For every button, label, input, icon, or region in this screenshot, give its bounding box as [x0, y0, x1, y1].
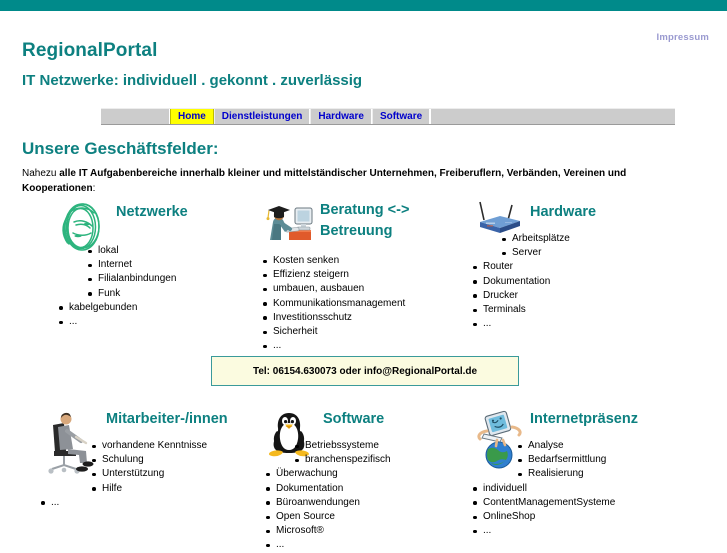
- card-header: Netzwerke: [56, 200, 188, 251]
- list-item: Betriebssysteme: [263, 439, 391, 453]
- card-title-hardware: Hardware: [530, 204, 597, 220]
- list-item: Dokumentation: [470, 275, 570, 289]
- list-item: Investitionsschutz: [260, 311, 405, 325]
- feature-list-netzwerke: lokal Internet Filialanbindungen Funk ka…: [56, 244, 176, 329]
- card-beratung: Beratung <-> Betreuung Kosten senken Eff…: [260, 200, 409, 353]
- list-item: Funk: [56, 287, 176, 301]
- nav-item-software[interactable]: Software: [371, 109, 431, 124]
- intro-emphasis: alle IT Aufgabenbereiche innerhalb klein…: [22, 168, 627, 194]
- list-item: Schulung: [60, 453, 207, 467]
- impressum-container: Impressum: [657, 27, 710, 45]
- list-item: Internet: [56, 258, 176, 272]
- card-title-mitarbeiter: Mitarbeiter-/innen: [106, 411, 228, 427]
- nav-left-filler: [101, 109, 170, 124]
- list-item: Sicherheit: [260, 325, 405, 339]
- card-header: Beratung <-> Betreuung: [260, 200, 409, 254]
- card-title-software: Software: [323, 411, 385, 427]
- list-item: Arbeitsplätze: [470, 232, 570, 246]
- nav-item-home[interactable]: Home: [170, 109, 214, 124]
- page-tagline: IT Netzwerke: individuell . gekonnt . zu…: [22, 72, 363, 89]
- contact-banner: Tel: 06154.630073 oder info@RegionalPort…: [211, 356, 519, 386]
- feature-list-internetpraesenz: Analyse Bedarfsermittlung Realisierung i…: [473, 439, 615, 538]
- list-item: ...: [263, 538, 391, 552]
- intro-lead: Nahezu: [22, 168, 60, 179]
- section-heading: Unsere Geschäftsfelder:: [22, 139, 219, 158]
- list-item: Microsoft®: [263, 524, 391, 538]
- list-item: Unterstützung: [60, 467, 207, 481]
- main-navigation: Home Dienstleistungen Hardware Software: [101, 108, 675, 125]
- list-item: Hilfe: [60, 482, 207, 496]
- card-title-beratung: Beratung <-> Betreuung: [320, 202, 410, 240]
- list-item: Analyse: [486, 439, 615, 453]
- list-item: Büroanwendungen: [263, 496, 391, 510]
- list-item: Dokumentation: [263, 482, 391, 496]
- intro-paragraph: Nahezu alle IT Aufgabenbereiche innerhal…: [22, 167, 662, 196]
- card-mitarbeiter: Mitarbeiter-/innen vorhandene Kenntnisse…: [38, 407, 228, 510]
- card-header: Internetpräsenz: [470, 407, 638, 469]
- card-hardware: Hardware Arbeitsplätze Server Router Dok…: [470, 200, 596, 331]
- list-item: Überwachung: [263, 467, 391, 481]
- nav-right-filler: [430, 109, 675, 124]
- list-item: Realisierung: [486, 467, 615, 481]
- list-item: branchenspezifisch: [263, 453, 391, 467]
- impressum-link[interactable]: Impressum: [657, 32, 710, 43]
- nav-item-dienstleistungen[interactable]: Dienstleistungen: [213, 109, 311, 124]
- card-title-internetpraesenz: Internetpräsenz: [530, 411, 638, 427]
- graduate-at-computer-icon: [260, 200, 316, 252]
- list-item: kabelgebunden: [56, 301, 176, 315]
- top-accent-bar: [0, 0, 727, 11]
- feature-list-software: Betriebssysteme branchenspezifisch Überw…: [263, 439, 391, 553]
- list-item: Kosten senken: [260, 254, 405, 268]
- graduate-at-computer-icon-svg: [266, 206, 313, 240]
- feature-list-mitarbeiter: vorhandene Kenntnisse Schulung Unterstüt…: [41, 439, 207, 510]
- list-item: Open Source: [263, 510, 391, 524]
- card-header: Software: [263, 407, 391, 457]
- list-item: vorhandene Kenntnisse: [60, 439, 207, 453]
- feature-list-beratung: Kosten senken Effizienz steigern umbauen…: [260, 254, 405, 353]
- list-item: Drucker: [470, 289, 570, 303]
- card-title-netzwerke: Netzwerke: [116, 204, 188, 220]
- nav-item-hardware[interactable]: Hardware: [310, 109, 372, 124]
- list-item: Terminals: [470, 303, 570, 317]
- list-item: ContentManagementSysteme: [470, 496, 615, 510]
- list-item: Bedarfsermittlung: [486, 453, 615, 467]
- list-item: Effizienz steigern: [260, 268, 405, 282]
- list-item: Server: [470, 246, 570, 260]
- list-item: ...: [470, 317, 570, 331]
- list-item: ...: [260, 339, 405, 353]
- card-internetpraesenz: Internetpräsenz Analyse Bedarfsermittlun…: [470, 407, 638, 538]
- list-item: ...: [56, 315, 176, 329]
- list-item: lokal: [56, 244, 176, 258]
- feature-list-hardware: Arbeitsplätze Server Router Dokumentatio…: [470, 232, 570, 331]
- card-header: Hardware: [470, 200, 596, 233]
- contact-text: Tel: 06154.630073 oder info@RegionalPort…: [252, 365, 478, 377]
- card-netzwerke: Netzwerke lokal Internet Filialanbindung…: [56, 200, 188, 329]
- list-item: Router: [470, 260, 570, 274]
- list-item: OnlineShop: [470, 510, 615, 524]
- card-header: Mitarbeiter-/innen: [38, 407, 228, 474]
- list-item: ...: [38, 496, 207, 510]
- list-item: Filialanbindungen: [56, 272, 176, 286]
- list-item: umbauen, ausbauen: [260, 282, 405, 296]
- list-item: individuell: [470, 482, 615, 496]
- card-software: Software Betriebssysteme branchenspezifi…: [263, 407, 391, 553]
- page-title: RegionalPortal: [22, 40, 158, 61]
- intro-tail: :: [92, 182, 96, 194]
- list-item: Kommunikationsmanagement: [260, 297, 405, 311]
- list-item: ...: [470, 524, 615, 538]
